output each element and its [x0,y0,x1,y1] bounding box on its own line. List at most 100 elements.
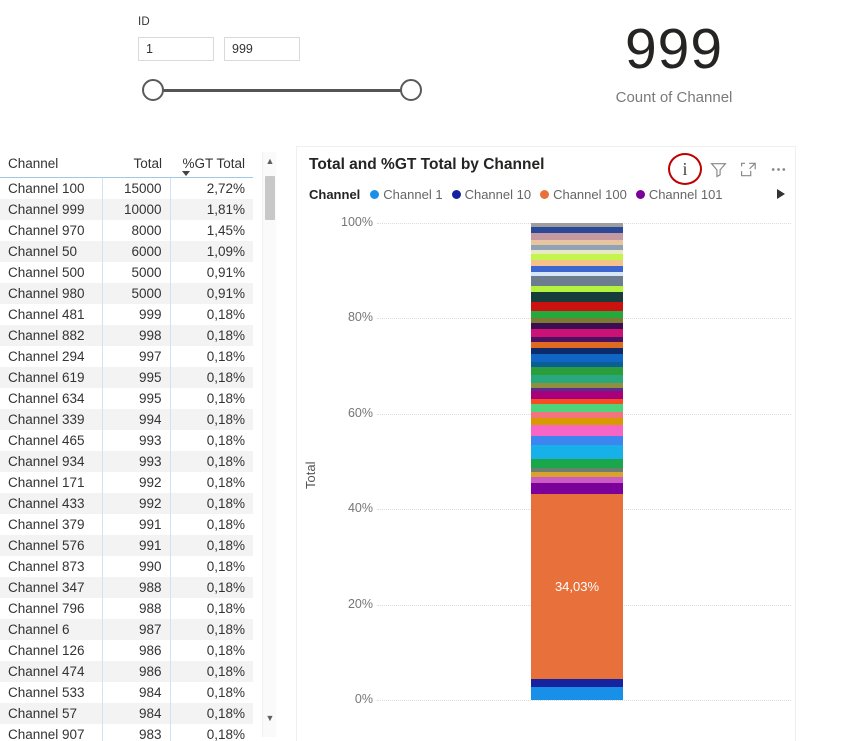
table-row[interactable]: Channel 294 997 0,18% [0,346,253,367]
table-row[interactable]: Channel 980 5000 0,91% [0,283,253,304]
table-row[interactable]: Channel 433 992 0,18% [0,493,253,514]
legend-item[interactable]: Channel 101 [635,187,723,202]
bar-segment[interactable] [531,302,623,311]
table-row[interactable]: Channel 481 999 0,18% [0,304,253,325]
table-row[interactable]: Channel 339 994 0,18% [0,409,253,430]
table-scrollbar[interactable]: ▲ ▼ [262,152,276,737]
gridline [377,700,791,701]
table-row[interactable]: Channel 6 987 0,18% [0,619,253,640]
bar-segment[interactable] [531,458,623,468]
table-row[interactable]: Channel 796 988 0,18% [0,598,253,619]
slicer-max-input[interactable] [224,37,300,61]
bar-segment[interactable] [531,353,623,363]
legend-item[interactable]: Channel 100 [540,187,627,202]
bar-segment[interactable] [531,310,623,319]
plot-area[interactable]: Total 100% 80% 60% 40% 20% 0% 34,03% [297,209,797,741]
slicer-input-row [138,37,438,61]
table-row[interactable]: Channel 999 10000 1,81% [0,199,253,220]
cell-pct-gt-total: 0,18% [170,409,253,430]
cell-channel: Channel 339 [0,409,103,430]
table-row[interactable]: Channel 171 992 0,18% [0,472,253,493]
bar-segment[interactable] [531,482,623,494]
table-row[interactable]: Channel 347 988 0,18% [0,577,253,598]
y-axis-tick-label: 60% [347,405,373,420]
slicer-slider[interactable] [138,73,426,107]
bar-segment[interactable] [531,435,623,445]
table-row[interactable]: Channel 907 983 0,18% [0,724,253,741]
cell-channel: Channel 619 [0,367,103,388]
cell-channel: Channel 533 [0,682,103,703]
slider-handle-max[interactable] [400,79,422,101]
table-row[interactable]: Channel 57 984 0,18% [0,703,253,724]
bar-segment[interactable] [531,391,623,399]
bar-segment[interactable] [531,403,623,413]
legend-color-swatch [370,190,380,199]
scrollbar-thumb[interactable] [265,176,275,220]
table-row[interactable]: Channel 50 6000 1,09% [0,241,253,262]
table-row[interactable]: Channel 576 991 0,18% [0,535,253,556]
legend-item-label: Channel 10 [464,187,532,202]
legend-item-label: Channel 100 [553,187,627,202]
table-row[interactable]: Channel 126 986 0,18% [0,640,253,661]
bar-segment[interactable] [531,418,623,426]
cell-total: 991 [102,535,171,556]
stacked-column-chart-visual[interactable]: Total and %GT Total by Channel i Channel… [296,146,796,741]
table-row[interactable]: Channel 533 984 0,18% [0,682,253,703]
column-header-pct-gt-total[interactable]: %GT Total [170,152,253,178]
cell-total: 999 [102,304,171,325]
legend-next-arrow-icon[interactable] [777,189,785,199]
scroll-down-arrow-icon[interactable]: ▼ [263,711,277,725]
cell-channel: Channel 465 [0,430,103,451]
bar-segment[interactable] [531,686,623,700]
stacked-bar[interactable] [531,223,623,700]
bar-segment[interactable] [531,425,623,436]
cell-pct-gt-total: 0,18% [170,325,253,346]
table-row[interactable]: Channel 500 5000 0,91% [0,262,253,283]
info-icon[interactable]: i [668,153,702,185]
cell-channel: Channel 474 [0,661,103,682]
cell-channel: Channel 6 [0,619,103,640]
filter-icon[interactable] [710,161,727,178]
bar-segment[interactable] [531,374,623,383]
bar-segment[interactable] [531,292,623,303]
table-row[interactable]: Channel 619 995 0,18% [0,367,253,388]
cell-total: 984 [102,682,171,703]
cell-channel: Channel 294 [0,346,103,367]
chart-legend[interactable]: Channel Channel 1 Channel 10 Channel 100 Ch… [309,187,789,202]
slider-handle-min[interactable] [142,79,164,101]
channel-table-visual[interactable]: Channel Total %GT Total Channel 100 15000… [0,152,283,741]
cell-pct-gt-total: 0,18% [170,661,253,682]
cell-total: 993 [102,451,171,472]
cell-pct-gt-total: 0,18% [170,577,253,598]
table-row[interactable]: Channel 634 995 0,18% [0,388,253,409]
legend-item[interactable]: Channel 1 [370,187,443,202]
cell-pct-gt-total: 0,18% [206,391,245,406]
slicer-min-input[interactable] [138,37,214,61]
column-header-channel[interactable]: Channel [0,152,102,178]
cell-total: 15000 [102,177,171,199]
bar-segment[interactable] [531,328,623,337]
id-range-slicer[interactable]: ID [138,16,438,107]
table-row[interactable]: Channel 882 998 0,18% [0,325,253,346]
bar-segment[interactable] [531,367,623,375]
legend-item[interactable]: Channel 10 [451,187,532,202]
table-row[interactable]: Channel 100 15000 2,72% [0,177,253,199]
table-row[interactable]: Channel 873 990 0,18% [0,556,253,577]
table-row[interactable]: Channel 474 986 0,18% [0,661,253,682]
cell-total: 991 [102,514,171,535]
bar-segment[interactable] [531,444,623,459]
table-row[interactable]: Channel 465 993 0,18% [0,430,253,451]
scroll-up-arrow-icon[interactable]: ▲ [263,154,277,168]
cell-channel: Channel 171 [0,472,103,493]
cell-pct-gt-total: 0,18% [206,559,245,574]
cell-pct-gt-total: 0,18% [206,685,245,700]
bar-segment[interactable] [531,678,623,687]
column-header-total[interactable]: Total [102,152,170,178]
more-options-icon[interactable] [770,161,787,178]
bar-segment[interactable] [531,276,623,287]
table-row[interactable]: Channel 970 8000 1,45% [0,220,253,241]
table-row[interactable]: Channel 934 993 0,18% [0,451,253,472]
focus-mode-icon[interactable] [740,161,757,178]
cell-channel: Channel 634 [0,388,103,409]
table-row[interactable]: Channel 379 991 0,18% [0,514,253,535]
